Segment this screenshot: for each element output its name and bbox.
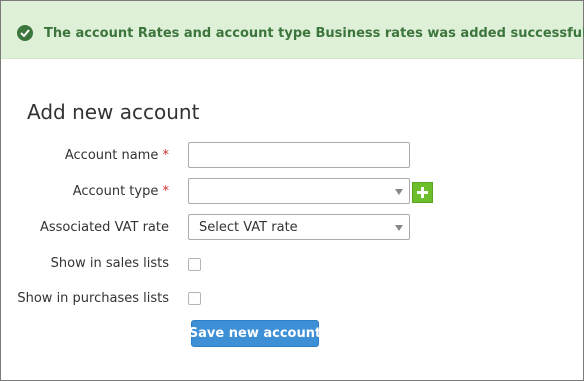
required-marker: * — [162, 148, 170, 163]
required-marker: * — [162, 184, 170, 199]
show-in-sales-label: Show in sales lists — [51, 256, 169, 271]
account-name-input[interactable] — [188, 142, 410, 168]
success-alert: The account Rates and account type Busin… — [1, 1, 584, 59]
add-account-type-button[interactable] — [412, 182, 433, 203]
vat-rate-label-text: Associated VAT rate — [39, 220, 169, 235]
account-name-label: Account name * — [65, 148, 169, 163]
show-in-sales-checkbox[interactable] — [188, 258, 201, 271]
show-in-sales-label-text: Show in sales lists — [50, 256, 169, 271]
vat-rate-select[interactable]: Select VAT rate — [188, 214, 410, 240]
vat-rate-selected: Select VAT rate — [199, 220, 298, 235]
account-type-select[interactable] — [188, 178, 410, 204]
show-in-purchases-label-text: Show in purchases lists — [17, 291, 169, 306]
save-new-account-button[interactable]: Save new account — [189, 320, 321, 347]
vat-rate-label: Associated VAT rate — [40, 220, 169, 235]
account-name-label-text: Account name — [64, 148, 159, 163]
show-in-purchases-label: Show in purchases lists — [17, 291, 169, 306]
show-in-purchases-checkbox[interactable] — [188, 292, 201, 305]
form-title: Add new account — [27, 100, 200, 124]
account-type-label: Account type * — [73, 184, 169, 199]
alert-message: The account Rates and account type Busin… — [44, 26, 584, 41]
account-type-label-text: Account type — [72, 184, 159, 199]
chevron-down-icon — [395, 189, 403, 195]
chevron-down-icon — [395, 225, 403, 231]
check-circle-icon — [17, 25, 33, 41]
page-frame: The account Rates and account type Busin… — [0, 0, 584, 381]
